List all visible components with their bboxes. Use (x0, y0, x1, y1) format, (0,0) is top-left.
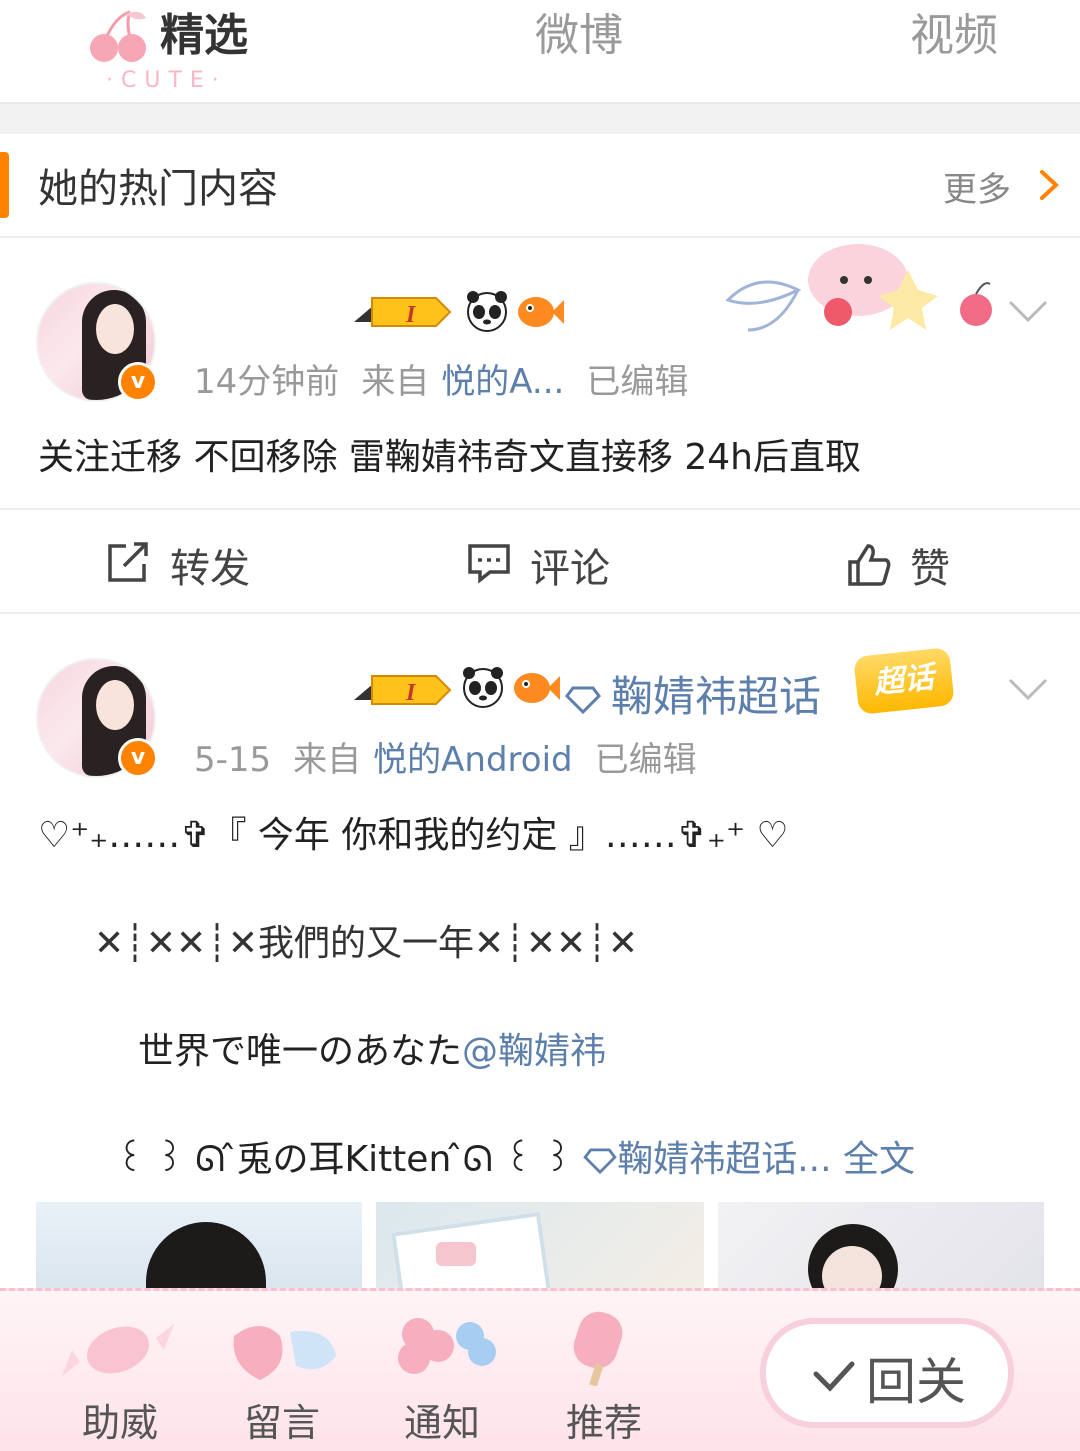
post-image-1[interactable] (36, 1202, 362, 1297)
featured-logo-text: ·CUTE· (106, 68, 227, 93)
section-title: 她的热门内容 (38, 166, 278, 212)
supertopic-name: 鞠婧祎超话 (611, 672, 822, 721)
supertopic-inline-name: 鞠婧祎超话... (617, 1139, 832, 1180)
verified-badge-icon: v (118, 362, 158, 402)
more-link[interactable]: 更多 (943, 162, 1011, 211)
supertopic-link[interactable]: 鞠婧祎超话 (565, 663, 821, 724)
post-text-line-4[interactable]: ꒰ ꒱ ᘏ ̂兎の耳Kitten ̂ᘏ ꒰ ꒱ 鞠婧祎超话... 全文 (116, 1130, 915, 1182)
post-text-line-1[interactable]: ♡⁺₊……✞『 今年 你和我的约定 』……✞₊⁺ ♡ (38, 806, 789, 858)
verified-badge-icon: v (118, 738, 158, 778)
thumbs-up-icon (848, 544, 891, 586)
level-badge-text: I (405, 302, 417, 328)
line-4-text: ꒰ ꒱ ᘏ ̂兎の耳Kitten ̂ᘏ ꒰ ꒱ (116, 1139, 572, 1180)
post-image-2[interactable] (376, 1202, 704, 1297)
chevron-down-icon[interactable] (1006, 298, 1050, 324)
line-3-text: 世界で唯一のあなた (138, 1031, 463, 1072)
like-button[interactable]: 赞 (846, 536, 966, 592)
cherry-icon (90, 10, 146, 62)
edited-label: 已编辑 (586, 362, 689, 402)
post-image-3[interactable] (718, 1202, 1044, 1297)
repost-button[interactable]: 转发 (106, 536, 266, 592)
mention-link[interactable]: @鞠婧祎 (462, 1031, 606, 1072)
post-action-bar: 转发 评论 赞 (0, 508, 1080, 614)
popsicle-icon[interactable] (546, 1306, 666, 1386)
repost-label: 转发 (170, 546, 250, 592)
message-button[interactable]: 留言 (244, 1392, 320, 1447)
comment-label: 评论 (530, 546, 610, 592)
recommend-button[interactable]: 推荐 (566, 1392, 642, 1447)
level-badge-text: I (405, 680, 417, 706)
post-text-line-3[interactable]: 世界で唯一のあなた@鞠婧祎 (138, 1022, 606, 1074)
post-time: 14分钟前 (194, 362, 340, 402)
post-meta: 5-15 来自 悦的Android 已编辑 (194, 732, 719, 781)
chevron-right-icon[interactable] (1036, 168, 1062, 202)
fish-icon (518, 297, 564, 327)
edited-label: 已编辑 (594, 740, 697, 780)
fish-icon (514, 673, 560, 703)
post-text-line-2[interactable]: ✕┊✕✕┊✕我們的又一年✕┊✕✕┊✕ (94, 914, 638, 966)
level-badge-icon: I (354, 297, 452, 328)
sticker-decoration-icon (725, 244, 992, 332)
post-meta: 14分钟前 来自 悦的A... 已编辑 (194, 354, 710, 403)
comment-icon (468, 544, 510, 584)
tab-weibo[interactable]: 微博 (535, 6, 623, 66)
check-icon (813, 1361, 855, 1392)
post-source-link[interactable]: 悦的A... (441, 362, 564, 402)
top-tab-bar: 精选 ·CUTE· 微博 视频 (0, 0, 1080, 104)
assist-button[interactable]: 助威 (82, 1392, 158, 1447)
section-accent-bar (0, 152, 9, 218)
like-label: 赞 (910, 546, 950, 592)
post-text[interactable]: 关注迁移 不回移除 雷鞠婧祎奇文直接移 24h后直取 (38, 428, 861, 480)
diamond-icon (583, 1148, 617, 1175)
follow-back-button[interactable]: 回关 (760, 1318, 1014, 1428)
strawberry-icon[interactable] (220, 1306, 340, 1386)
follow-back-label: 回关 (866, 1353, 966, 1411)
flower-icon[interactable] (384, 1306, 504, 1386)
tab-featured[interactable]: 精选 (160, 6, 248, 66)
supertopic-badge: 超话 (853, 647, 955, 715)
panda-icon (467, 291, 507, 332)
notify-button[interactable]: 通知 (404, 1392, 480, 1447)
supertopic-inline-link[interactable]: 鞠婧祎超话... (583, 1139, 832, 1180)
divider-gap (0, 104, 1080, 134)
chevron-down-icon[interactable] (1006, 676, 1050, 702)
panda-icon (463, 667, 503, 708)
level-badge-icon: I (354, 675, 452, 706)
tab-video[interactable]: 视频 (910, 6, 998, 66)
source-prefix: 来自 (361, 362, 430, 402)
comment-button[interactable]: 评论 (466, 536, 626, 592)
source-prefix: 来自 (293, 740, 362, 780)
candy-icon[interactable] (58, 1306, 178, 1386)
section-header: 她的热门内容 更多 (0, 134, 1080, 238)
post-source-link[interactable]: 悦的Android (373, 740, 572, 780)
full-text-link[interactable]: 全文 (843, 1139, 915, 1180)
repost-icon (108, 542, 148, 582)
diamond-icon (565, 686, 601, 714)
post-time: 5-15 (194, 740, 272, 780)
